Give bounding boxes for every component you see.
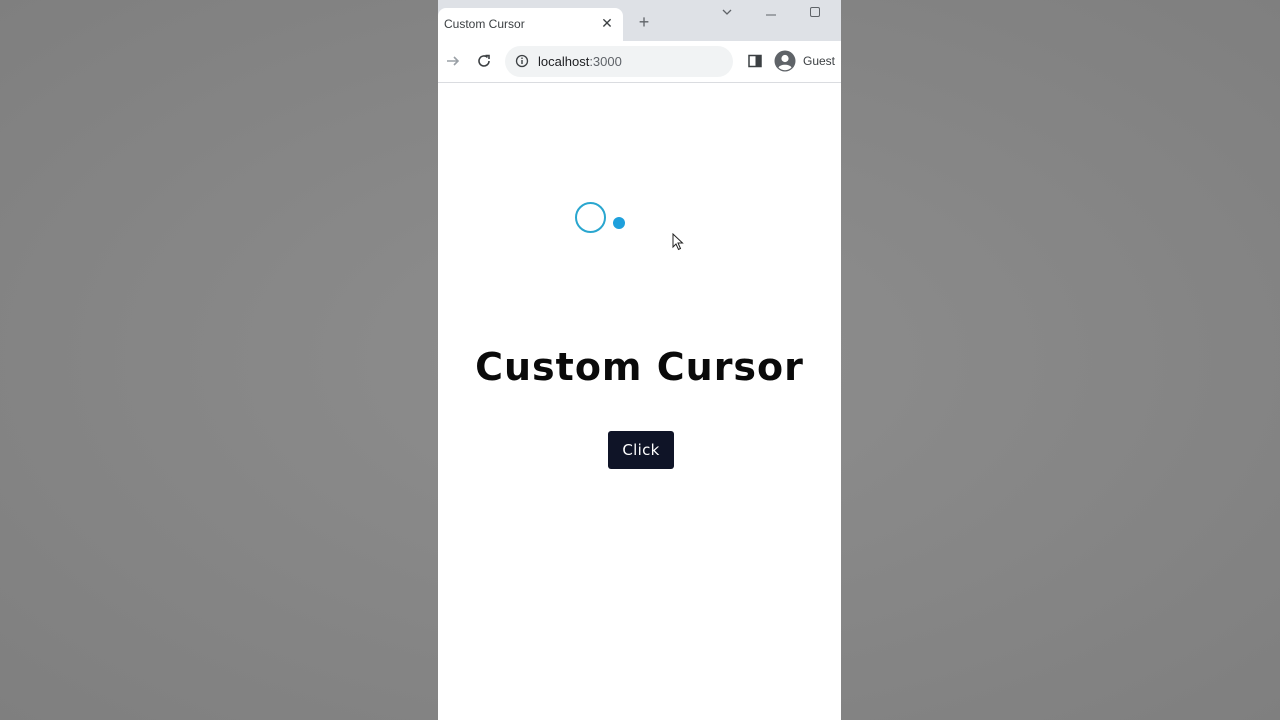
arrow-right-icon[interactable] — [445, 53, 461, 69]
mouse-pointer-icon — [672, 232, 684, 251]
url-host: localhost — [538, 54, 590, 69]
maximize-icon[interactable] — [807, 6, 823, 22]
browser-window: Custom Cursor ✕ + localhost:3000 Guest C… — [438, 0, 841, 720]
address-bar[interactable]: localhost:3000 — [505, 46, 733, 77]
close-icon[interactable]: ✕ — [600, 16, 614, 30]
url-text[interactable]: localhost:3000 — [538, 54, 622, 69]
avatar-icon — [774, 50, 796, 72]
side-panel-icon[interactable] — [747, 53, 763, 69]
video-background: Custom Cursor ✕ + localhost:3000 Guest C… — [0, 0, 1280, 720]
profile-button[interactable]: Guest — [772, 47, 841, 76]
reload-icon[interactable] — [476, 53, 492, 69]
custom-cursor-ring — [575, 202, 606, 233]
click-button[interactable]: Click — [608, 431, 674, 469]
tab-strip: Custom Cursor ✕ + — [438, 0, 841, 41]
tab-title: Custom Cursor — [444, 17, 525, 31]
url-port: :3000 — [589, 54, 622, 69]
browser-toolbar: localhost:3000 Guest — [438, 41, 841, 83]
page-content: Custom Cursor Click — [438, 83, 841, 720]
profile-label: Guest — [803, 54, 836, 68]
custom-cursor-dot — [613, 217, 625, 229]
tab-custom-cursor[interactable]: Custom Cursor ✕ — [438, 8, 623, 41]
minimize-icon[interactable] — [763, 6, 779, 22]
plus-icon[interactable]: + — [636, 13, 652, 31]
chevron-down-icon[interactable] — [719, 6, 735, 22]
page-title: Custom Cursor — [475, 345, 804, 389]
info-icon[interactable] — [515, 54, 529, 68]
